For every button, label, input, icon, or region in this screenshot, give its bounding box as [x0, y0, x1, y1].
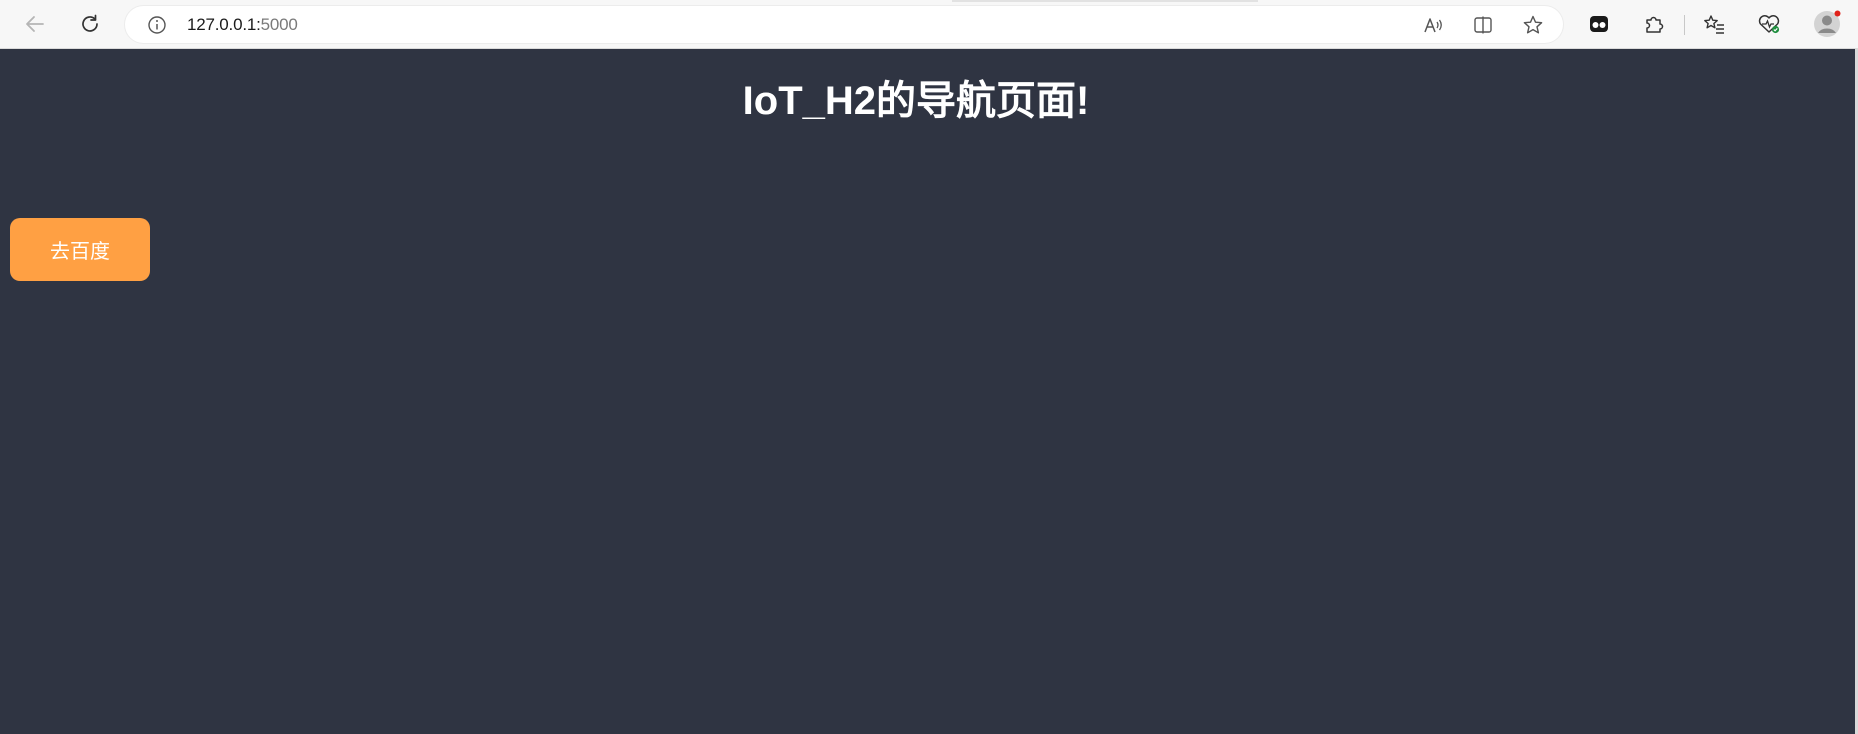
toolbar-divider: [1684, 15, 1685, 35]
browser-essentials-button[interactable]: [1752, 7, 1786, 41]
profile-button[interactable]: [1810, 7, 1844, 41]
favorites-list-icon: [1703, 13, 1725, 35]
url-host: 127.0.0.1:: [187, 15, 261, 34]
go-baidu-button[interactable]: 去百度: [10, 218, 150, 281]
browser-essentials-icon: [1757, 13, 1781, 35]
extension-app-icon: [1588, 13, 1610, 35]
reload-button[interactable]: [73, 7, 107, 41]
star-icon[interactable]: [1518, 10, 1548, 40]
info-icon[interactable]: [145, 13, 169, 37]
back-arrow-icon: [24, 13, 46, 35]
address-bar[interactable]: 127.0.0.1:5000: [125, 6, 1563, 43]
browser-toolbar: 127.0.0.1:5000: [0, 0, 1858, 49]
extension-app-button[interactable]: [1582, 7, 1616, 41]
favorites-button[interactable]: [1697, 7, 1731, 41]
split-screen-icon[interactable]: [1468, 10, 1498, 40]
extensions-button[interactable]: [1637, 7, 1671, 41]
page-content: IoT_H2的导航页面! 去百度: [0, 49, 1855, 734]
page-title: IoT_H2的导航页面!: [742, 79, 1090, 123]
tab-strip-edge: [952, 0, 1258, 2]
browser-window: 127.0.0.1:5000 IoT_H2的导航页面! 去百度: [0, 0, 1858, 734]
address-url[interactable]: 127.0.0.1:5000: [187, 6, 298, 43]
back-button[interactable]: [18, 7, 52, 41]
read-aloud-icon[interactable]: [1418, 10, 1448, 40]
puzzle-icon: [1643, 13, 1665, 35]
reload-icon: [79, 13, 101, 35]
profile-avatar-icon: [1812, 9, 1842, 39]
url-port: 5000: [260, 15, 298, 34]
